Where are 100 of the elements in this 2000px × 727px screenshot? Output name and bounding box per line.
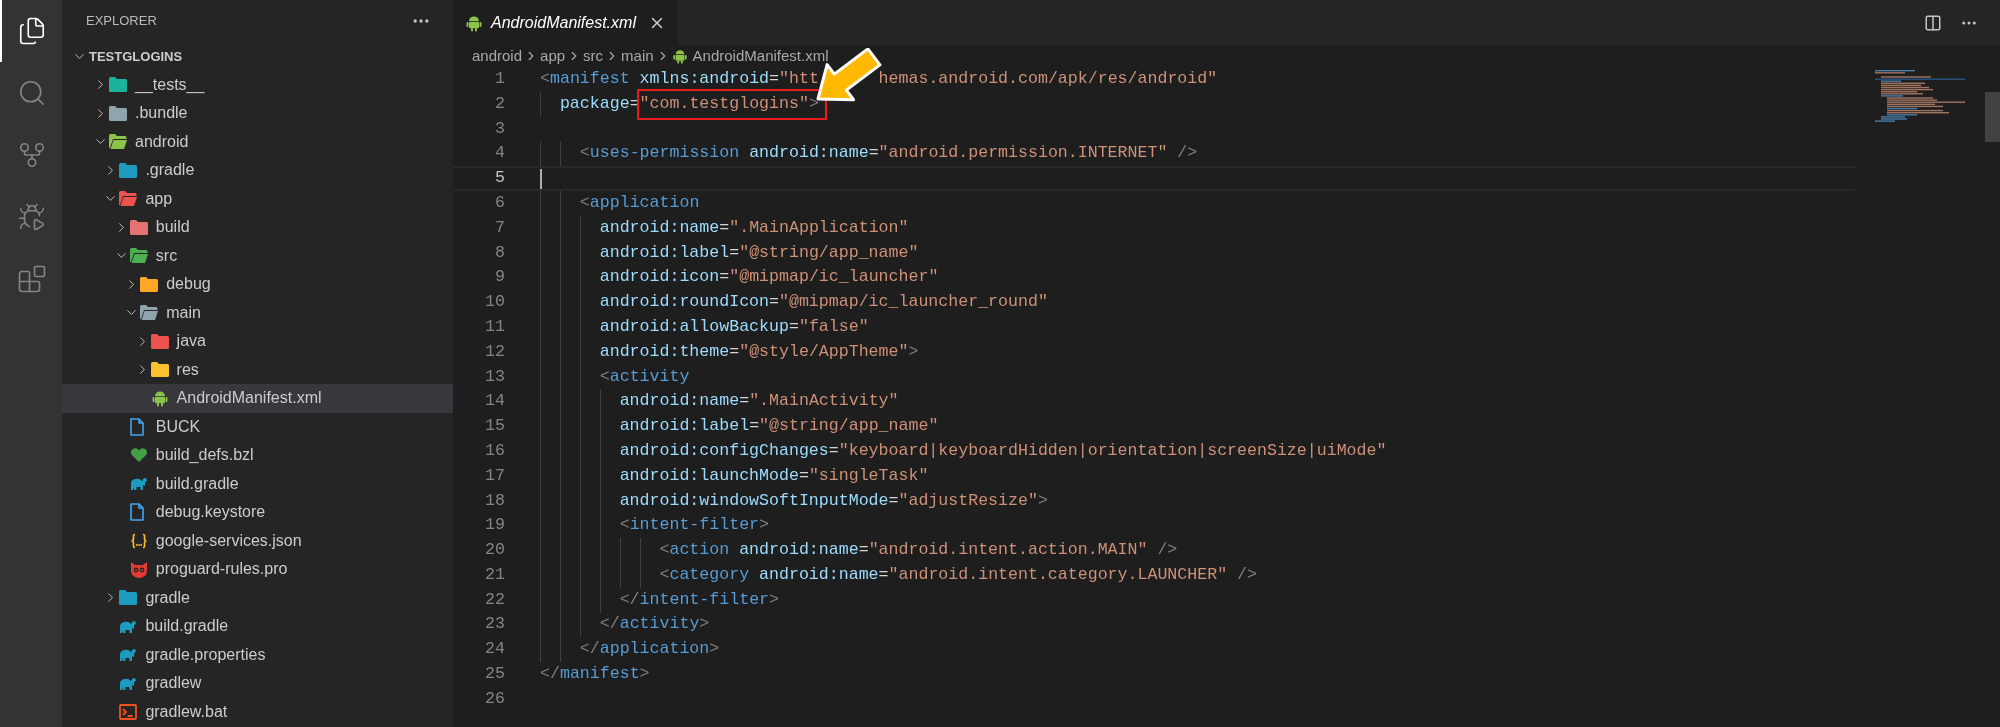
scrollbar-thumb[interactable]	[1985, 92, 2000, 142]
line-number: 1	[494, 67, 505, 90]
android-robot-icon	[150, 389, 169, 408]
folder-icon	[109, 77, 127, 93]
file-row[interactable]: google-services.json	[62, 526, 453, 555]
file-row[interactable]: BUCK	[62, 412, 453, 441]
code-text: </activity>	[598, 613, 710, 636]
panel-title: EXPLORER	[86, 12, 157, 31]
line-number: 19	[484, 514, 505, 537]
file-row[interactable]: gradlew	[62, 669, 453, 698]
code-text: android:allowBackup="false"	[598, 315, 869, 338]
file-row[interactable]: debug.keystore	[62, 498, 453, 527]
line-number: 3	[494, 117, 505, 140]
folder-icon	[140, 276, 159, 292]
code-text: android:theme="@style/AppTheme">	[598, 340, 919, 363]
file-name: .gradle	[145, 160, 195, 181]
folder-row[interactable]: TESTGLOGINS	[62, 42, 453, 71]
folder-icon	[129, 219, 148, 235]
highlighted-code: "com.testglogins">	[636, 88, 827, 120]
file-icon	[129, 417, 144, 436]
breadcrumb-item[interactable]: android	[472, 44, 523, 68]
file-name: gradlew.bat	[145, 701, 228, 722]
folder-row[interactable]: build	[62, 213, 453, 242]
elephant-icon	[119, 647, 138, 663]
folder-row[interactable]: __tests__	[62, 70, 453, 99]
line-number: 6	[494, 191, 505, 214]
elephant-icon	[119, 618, 138, 634]
file-row[interactable]: gradlew.bat	[62, 697, 453, 726]
search-icon	[17, 78, 47, 108]
file-name: android	[135, 131, 189, 152]
file-row[interactable]: build.gradle	[62, 612, 453, 641]
line-number: 4	[494, 142, 505, 165]
elephant-icon	[129, 476, 148, 492]
run-debug-icon	[17, 202, 47, 232]
folder-row[interactable]: android	[62, 127, 453, 156]
code-text: android:configChanges="keyboard|keyboardHidden|orientation|screenSize|uiMode"	[618, 439, 1387, 462]
code-text: <manifest xmlns:android="htt	[540, 67, 819, 90]
breadcrumb-item[interactable]: src	[583, 44, 604, 68]
folder-icon	[109, 105, 127, 121]
breadcrumb-item[interactable]: main	[621, 44, 654, 68]
file-name: BUCK	[155, 416, 201, 437]
line-number: 26	[484, 687, 505, 710]
line-number: 20	[484, 539, 505, 562]
line-number: 21	[484, 563, 505, 586]
android-robot-icon	[671, 48, 688, 64]
extensions-icon	[17, 264, 47, 294]
code-text: android:name=".MainActivity"	[618, 390, 899, 413]
folder-row[interactable]: main	[62, 298, 453, 327]
file-name: app	[145, 188, 173, 209]
folder-row[interactable]: res	[62, 355, 453, 384]
folder-row[interactable]: java	[62, 327, 453, 356]
code-text: android:launchMode="singleTask"	[618, 464, 929, 487]
file-row[interactable]: build.gradle	[62, 469, 453, 498]
folder-row[interactable]: .gradle	[62, 156, 453, 185]
file-name: debug	[166, 274, 211, 295]
line-number: 16	[484, 439, 505, 462]
code-text: <category android:name="android.intent.category.LAUNCHER" />	[658, 563, 1257, 586]
line-number: 23	[484, 613, 505, 636]
open-folder-icon	[109, 134, 127, 150]
file-name: java	[176, 331, 206, 352]
line-number: 15	[484, 415, 505, 438]
editor-tab[interactable]: AndroidManifest.xml	[453, 0, 678, 45]
folder-row[interactable]: app	[62, 184, 453, 213]
open-folder-icon	[119, 191, 138, 207]
folder-row[interactable]: debug	[62, 270, 453, 299]
line-number: 12	[484, 340, 505, 363]
folder-row[interactable]: src	[62, 241, 453, 270]
line-number: 11	[484, 315, 505, 338]
split-editor-icon[interactable]	[1924, 13, 1942, 32]
folder-row[interactable]: .bundle	[62, 99, 453, 128]
breadcrumb-item[interactable]: app	[540, 44, 566, 68]
file-row[interactable]: gradle.properties	[62, 640, 453, 669]
line-number: 5	[494, 167, 505, 190]
file-name: proguard-rules.pro	[155, 559, 288, 580]
folder-icon	[150, 362, 169, 378]
code-text: android:icon="@mipmap/ic_launcher"	[598, 266, 939, 289]
line-number: 10	[484, 291, 505, 314]
file-name: .bundle	[135, 103, 188, 124]
file-name: res	[176, 359, 199, 380]
terminal-icon	[119, 703, 138, 720]
code-text: </manifest>	[540, 663, 650, 686]
breadcrumb-item[interactable]: AndroidManifest.xml	[692, 44, 829, 68]
file-name: AndroidManifest.xml	[176, 388, 322, 409]
line-number: 8	[494, 241, 505, 264]
line-number: 22	[484, 588, 505, 611]
line-number: 17	[484, 464, 505, 487]
line-number: 24	[484, 638, 505, 661]
file-row[interactable]: proguard-rules.pro	[62, 555, 453, 584]
code-text: </application>	[578, 638, 720, 661]
file-row[interactable]: AndroidManifest.xml	[62, 384, 453, 413]
braces-icon	[129, 532, 148, 549]
code-text: </intent-filter>	[618, 588, 779, 611]
folder-row[interactable]: gradle	[62, 583, 453, 612]
code-text: android:roundIcon="@mipmap/ic_launcher_round"	[598, 291, 1048, 314]
file-name: build.gradle	[155, 473, 239, 494]
code-text: <intent-filter>	[618, 514, 770, 537]
line-number: 18	[484, 489, 505, 512]
line-number: 25	[484, 663, 505, 686]
file-row[interactable]: build_defs.bzl	[62, 441, 453, 470]
code-text: hemas.android.com/apk/res/android"	[878, 67, 1218, 90]
